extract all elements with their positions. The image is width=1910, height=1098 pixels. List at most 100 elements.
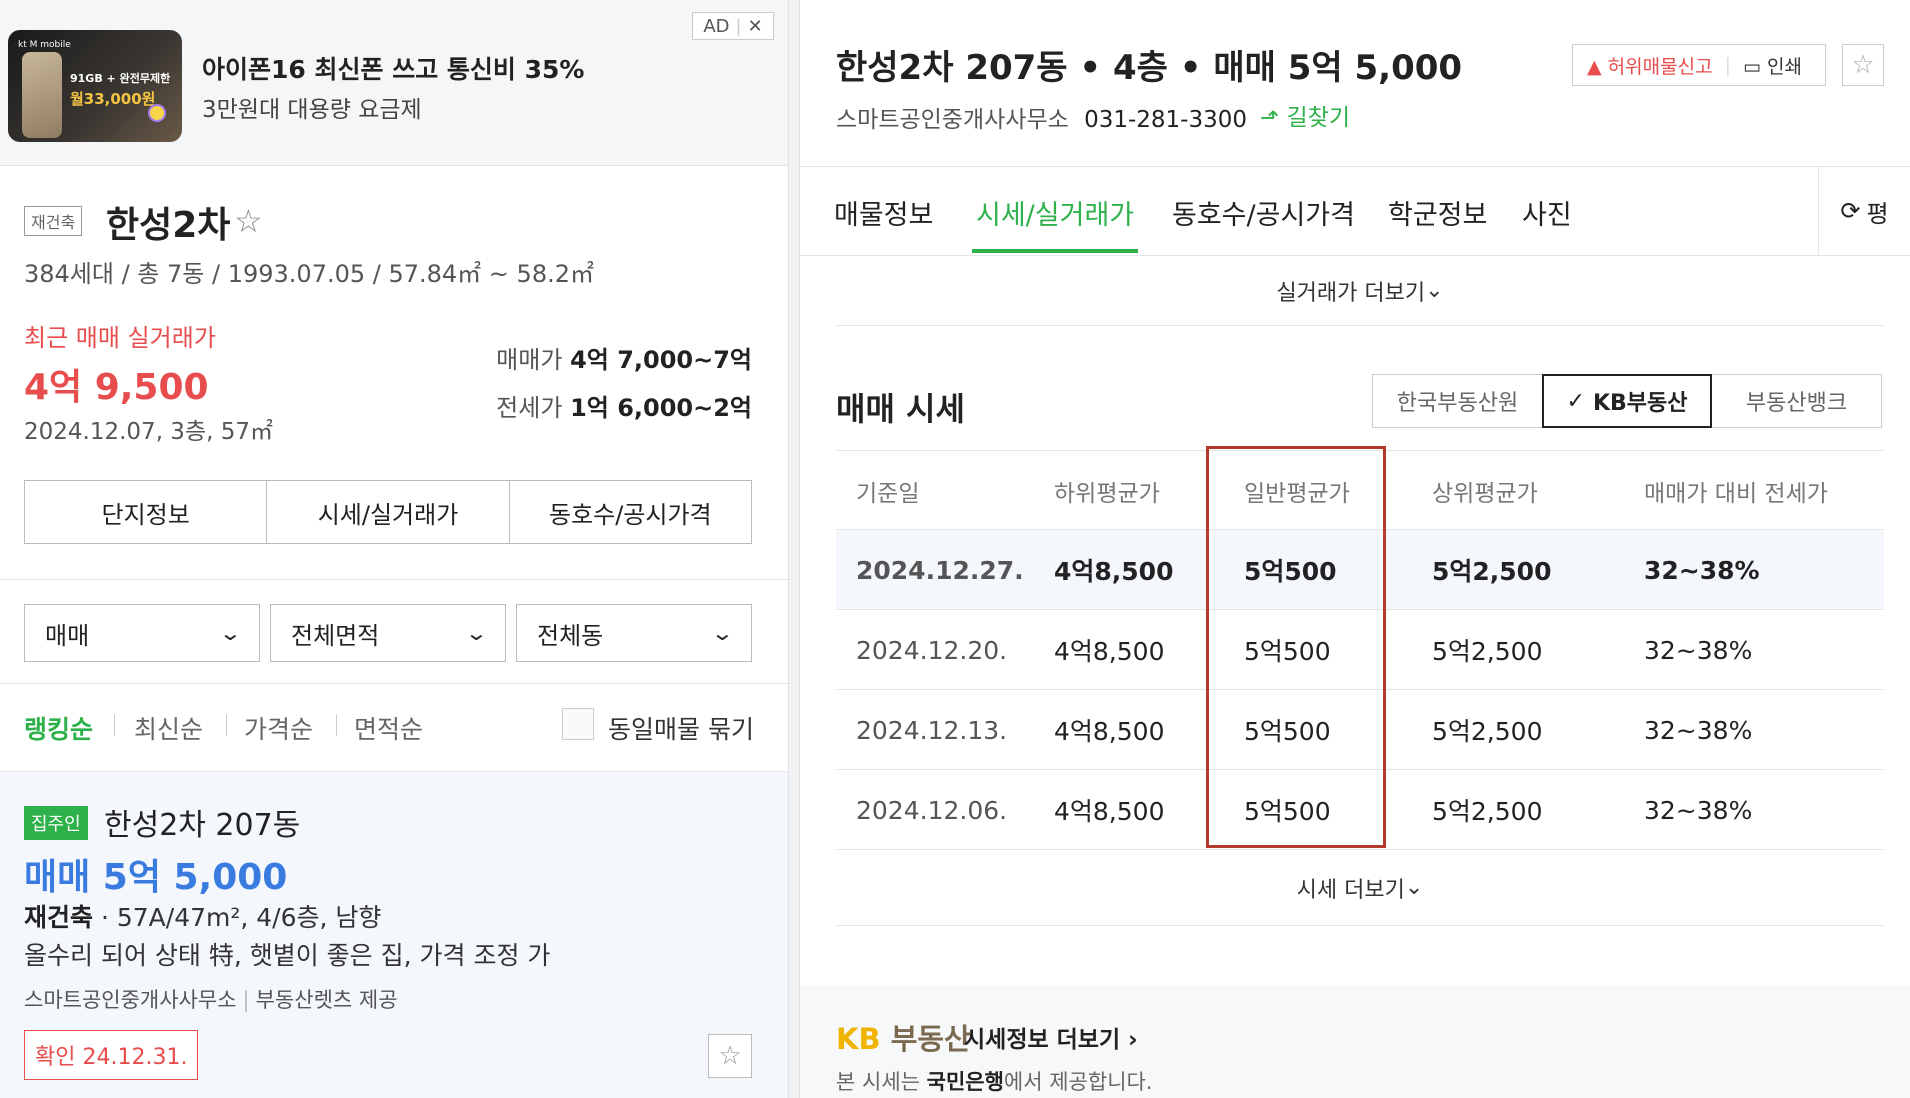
area-select[interactable]: 전체면적 ⌄	[270, 604, 506, 662]
group-same-label[interactable]: 동일매물 묶기	[608, 710, 754, 746]
report-label: 허위매물신고	[1607, 55, 1713, 78]
sort-bar: 랭킹순 최신순 가격순 면적순 동일매물 묶기	[0, 684, 788, 772]
listing-description: 올수리 되어 상태 特, 햇볕이 좋은 집, 가격 조정 가	[24, 941, 551, 970]
rebuild-tag: 재건축	[24, 206, 83, 236]
active-tab-indicator	[972, 249, 1138, 253]
tab-market-price[interactable]: 시세/실거래가	[976, 193, 1134, 232]
filter-bar: 매매 ⌄ 전체면적 ⌄ 전체동 ⌄	[0, 580, 788, 684]
row-high: 5억2,500	[1432, 637, 1543, 666]
kb-source-note: 본 시세는 국민은행에서 제공합니다.	[836, 1066, 1153, 1096]
row-date: 2024.12.13.	[856, 715, 1008, 745]
recent-trade-price: 4억 9,500	[24, 367, 209, 408]
ad-thumbnail[interactable]: kt M mobile 91GB + 완전무제한 월33,000원	[8, 30, 182, 142]
listing-spec-type: 재건축	[24, 903, 94, 932]
chevron-down-icon: ⌄	[1404, 875, 1424, 900]
row-low: 4억8,500	[1054, 557, 1174, 586]
sort-ranking[interactable]: 랭킹순	[24, 710, 93, 746]
row-low: 4억8,500	[1054, 797, 1165, 826]
jeonse-label: 전세가	[496, 394, 563, 422]
row-date: 2024.12.27.	[856, 555, 1024, 585]
kb-logo-kb: KB	[836, 1022, 881, 1056]
header-high: 상위평균가	[1432, 481, 1538, 507]
detail-favorite-star-icon[interactable]: ☆	[1842, 44, 1884, 86]
complex-info: 384세대 / 총 7동 / 1993.07.05 / 57.84㎡ ~ 58.…	[24, 260, 594, 288]
row-low: 4억8,500	[1054, 717, 1165, 746]
more-price-button[interactable]: 시세 더보기 ⌄	[836, 850, 1884, 926]
complex-info-button[interactable]: 단지정보	[25, 481, 268, 543]
header-date: 기준일	[856, 481, 920, 507]
more-transactions-button[interactable]: 실거래가 더보기 ⌄	[836, 256, 1884, 326]
source-bank[interactable]: 부동산뱅크	[1712, 374, 1882, 428]
listing-agent: 스마트공인중개사사무소 | 부동산렛츠 제공	[24, 988, 398, 1012]
tab-school[interactable]: 학군정보	[1388, 193, 1487, 232]
sort-latest[interactable]: 최신순	[134, 710, 203, 746]
group-same-checkbox[interactable]	[562, 708, 594, 740]
panel-divider[interactable]	[788, 0, 800, 1098]
detail-title: 한성2차 207동 • 4층 • 매매 5억 5,000	[836, 48, 1463, 88]
listing-spec-detail: · 57A/47m², 4/6층, 남향	[93, 903, 382, 932]
header-low: 하위평균가	[1054, 481, 1160, 507]
detail-agent-phone[interactable]: 031-281-3300	[1084, 107, 1247, 133]
report-button[interactable]: ▲ 허위매물신고	[1573, 52, 1725, 79]
chevron-down-icon: ⌄	[1425, 278, 1444, 303]
detail-panel: 한성2차 207동 • 4층 • 매매 5억 5,000 스마트공인중개사사무소…	[800, 0, 1910, 1098]
detail-agent-name: 스마트공인중개사사무소	[836, 107, 1069, 133]
ad-close-icon[interactable]: ✕	[748, 16, 763, 37]
kb-more-link[interactable]: 시세정보 더보기 ›	[964, 1020, 1138, 1054]
siren-icon: ▲	[1587, 55, 1602, 78]
ad-banner[interactable]: kt M mobile 91GB + 완전무제한 월33,000원 아이폰16 …	[0, 0, 788, 166]
recent-trade-label: 최근 매매 실거래가	[24, 324, 216, 352]
more-price-label: 시세 더보기	[1296, 877, 1405, 903]
refresh-icon: ⟳	[1840, 197, 1861, 225]
dong-value: 전체동	[537, 621, 604, 650]
jeonse-price-range: 전세가 1억 6,000~2억	[496, 388, 752, 423]
trade-type-select[interactable]: 매매 ⌄	[24, 604, 260, 662]
row-ratio: 32~38%	[1644, 715, 1753, 745]
listing-favorite-star-icon[interactable]: ☆	[708, 1034, 752, 1078]
row-date: 2024.12.06.	[856, 795, 1008, 825]
ad-title[interactable]: 아이폰16 최신폰 쓰고 통신비 35%	[202, 50, 584, 86]
listing-spec: 재건축 · 57A/47m², 4/6층, 남향	[24, 898, 381, 934]
confirm-badge: 확인 24.12.31.	[24, 1030, 199, 1080]
dong-select[interactable]: 전체동 ⌄	[516, 604, 752, 662]
ad-text: AD	[703, 15, 730, 37]
tab-unit-price[interactable]: 동호수/공시가격	[1172, 193, 1355, 232]
kb-note-bank: 국민은행	[926, 1070, 1004, 1094]
unit-price-button[interactable]: 동호수/공시가격	[510, 481, 751, 543]
sort-price[interactable]: 가격순	[244, 710, 313, 746]
chevron-down-icon: ⌄	[710, 621, 735, 645]
source-kb[interactable]: ✓ KB부동산	[1542, 374, 1712, 428]
listing-title[interactable]: 한성2차 207동	[104, 800, 300, 844]
complex-name: 한성2차	[106, 205, 231, 246]
detail-tabs: 매물정보 시세/실거래가 동호수/공시가격 학군정보 사진 ⟳ 평	[800, 166, 1910, 256]
source-tabs: 한국부동산원 ✓ KB부동산 부동산뱅크	[1372, 374, 1882, 428]
divider	[226, 714, 227, 736]
tab-photos[interactable]: 사진	[1522, 193, 1572, 232]
sort-area[interactable]: 면적순	[354, 710, 423, 746]
kb-note-post: 에서 제공합니다.	[1003, 1070, 1153, 1094]
sale-label: 매매가	[496, 346, 563, 374]
detail-actions: ▲ 허위매물신고 | ▭ 인쇄	[1572, 44, 1826, 86]
detail-agent: 스마트공인중개사사무소 031-281-3300	[836, 100, 1247, 134]
chevron-down-icon: ⌄	[464, 621, 489, 645]
route-link[interactable]: ⬏ 길찾기	[1260, 98, 1350, 132]
favorite-star-icon[interactable]: ☆	[234, 202, 263, 240]
print-button[interactable]: ▭ 인쇄	[1731, 52, 1814, 79]
kb-logo: KB 부동산	[836, 1016, 971, 1058]
agent-name: 스마트공인중개사사무소	[24, 988, 237, 1012]
route-label: 길찾기	[1286, 105, 1351, 131]
ad-badge-icon	[148, 104, 166, 122]
divider	[336, 714, 337, 736]
ad-subtitle[interactable]: 3만원대 대용량 요금제	[202, 90, 422, 124]
check-icon: ✓	[1566, 388, 1585, 414]
source-reb[interactable]: 한국부동산원	[1372, 374, 1542, 428]
chevron-down-icon: ⌄	[218, 621, 243, 645]
tab-listing-info[interactable]: 매물정보	[834, 193, 933, 232]
complex-summary: 재건축 한성2차 ☆ 384세대 / 총 7동 / 1993.07.05 / 5…	[0, 166, 788, 580]
listing-item[interactable]: 집주인 한성2차 207동 매매 5억 5,000 재건축 · 57A/47m²…	[0, 772, 788, 1098]
unit-toggle-button[interactable]: ⟳ 평	[1818, 167, 1910, 255]
trade-type-value: 매매	[45, 621, 90, 650]
ad-brand: kt M mobile	[18, 40, 71, 50]
market-price-button[interactable]: 시세/실거래가	[267, 481, 510, 543]
row-date: 2024.12.20.	[856, 635, 1008, 665]
